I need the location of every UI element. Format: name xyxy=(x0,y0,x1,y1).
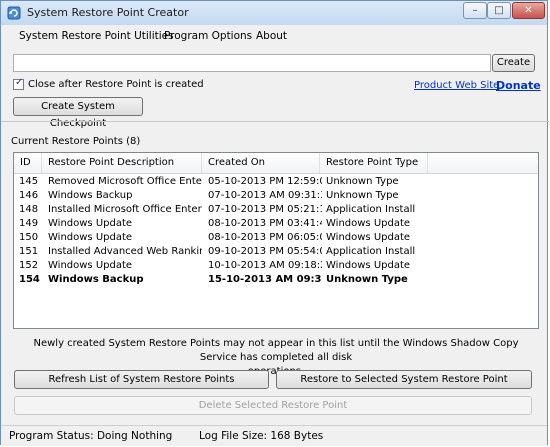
cell-description: Windows Backup xyxy=(48,274,144,285)
menu-about[interactable]: About xyxy=(256,30,287,42)
program-status: Program Status: Doing Nothing xyxy=(9,430,173,442)
cell-type: Windows Update xyxy=(326,232,411,243)
cell-description: Windows Update xyxy=(48,218,133,229)
table-row[interactable]: 146 Windows Backup 07-10-2013 AM 09:31:3… xyxy=(14,189,538,203)
cell-id: 154 xyxy=(19,274,40,285)
cell-created-on: 10-10-2013 AM 09:18:22 xyxy=(208,260,322,271)
cell-created-on: 15-10-2013 AM 09:3... xyxy=(208,274,322,285)
cell-type: Unknown Type xyxy=(326,190,399,201)
status-bar: Program Status: Doing Nothing Log File S… xyxy=(1,425,547,446)
menu-bar: System Restore Point Utilities Program O… xyxy=(1,25,547,47)
section-divider xyxy=(1,121,549,122)
table-row[interactable]: 150 Windows Update 08-10-2013 PM 06:05:0… xyxy=(14,231,538,245)
table-row[interactable]: 148 Installed Microsoft Office Enterpris… xyxy=(14,203,538,217)
minimize-icon: – xyxy=(472,5,478,16)
maximize-button[interactable]: □ xyxy=(487,2,511,19)
cell-type: Application Install xyxy=(326,246,416,257)
close-button[interactable]: ✕ xyxy=(512,2,545,19)
app-window: System Restore Point Creator – □ ✕ Syste… xyxy=(0,0,549,446)
checkmark-icon: ✓ xyxy=(15,77,24,88)
title-bar: System Restore Point Creator – □ ✕ xyxy=(1,1,547,26)
list-header: ID Restore Point Description Created On … xyxy=(14,153,538,174)
table-row[interactable]: 145 Removed Microsoft Office Enterpris..… xyxy=(14,175,538,189)
cell-created-on: 08-10-2013 PM 06:05:09 xyxy=(208,232,322,243)
cell-id: 151 xyxy=(19,246,39,257)
column-header-created-on[interactable]: Created On xyxy=(202,153,320,173)
cell-id: 150 xyxy=(19,232,39,243)
cell-description: Windows Backup xyxy=(48,190,133,201)
cell-description: Removed Microsoft Office Enterpris... xyxy=(48,176,202,187)
cell-description: Windows Update xyxy=(48,260,133,271)
restore-selected-button[interactable]: Restore to Selected System Restore Point xyxy=(276,370,532,389)
table-row[interactable]: 151 Installed Advanced Web Ranking 09-10… xyxy=(14,245,538,259)
column-header-type[interactable]: Restore Point Type xyxy=(320,153,428,173)
cell-id: 148 xyxy=(19,204,39,215)
close-icon: ✕ xyxy=(524,5,533,16)
cell-description: Installed Microsoft Office Enterprise ..… xyxy=(48,204,202,215)
refresh-list-button[interactable]: Refresh List of System Restore Points xyxy=(14,370,269,389)
cell-type: Application Install xyxy=(326,204,416,215)
cell-id: 145 xyxy=(19,176,39,187)
info-message-line: Newly created System Restore Points may … xyxy=(33,338,519,363)
column-header-id[interactable]: ID xyxy=(14,153,42,173)
cell-created-on: 07-10-2013 PM 05:21:16 xyxy=(208,204,322,215)
column-header-description[interactable]: Restore Point Description xyxy=(42,153,202,173)
menu-restore-point-utilities[interactable]: System Restore Point Utilities xyxy=(19,30,174,42)
close-after-label: Close after Restore Point is created xyxy=(28,79,204,90)
log-file-size: Log File Size: 168 Bytes xyxy=(199,430,324,442)
app-icon xyxy=(7,6,21,20)
table-row[interactable]: 152 Windows Update 10-10-2013 AM 09:18:2… xyxy=(14,259,538,273)
maximize-icon: □ xyxy=(494,5,504,16)
product-web-site-link[interactable]: Product Web Site xyxy=(414,80,499,91)
cell-description: Installed Advanced Web Ranking xyxy=(48,246,202,257)
restore-points-list[interactable]: ID Restore Point Description Created On … xyxy=(13,152,539,329)
close-after-checkbox[interactable]: ✓ xyxy=(13,77,24,90)
donate-link[interactable]: Donate xyxy=(496,79,541,92)
table-row[interactable]: 154 Windows Backup 15-10-2013 AM 09:3...… xyxy=(14,273,538,287)
cell-id: 146 xyxy=(19,190,39,201)
cell-type: Windows Update xyxy=(326,260,411,271)
cell-created-on: 05-10-2013 PM 12:59:08 xyxy=(208,176,322,187)
cell-created-on: 07-10-2013 AM 09:31:37 xyxy=(208,190,322,201)
menu-program-options[interactable]: Program Options xyxy=(164,30,252,42)
create-button[interactable]: Create xyxy=(492,54,535,72)
cell-type: Windows Update xyxy=(326,218,411,229)
cell-type: Unknown Type xyxy=(326,176,399,187)
cell-created-on: 09-10-2013 PM 05:54:07 xyxy=(208,246,322,257)
window-title: System Restore Point Creator xyxy=(27,6,189,19)
table-row[interactable]: 149 Windows Update 08-10-2013 PM 03:41:4… xyxy=(14,217,538,231)
list-title: Current Restore Points (8) xyxy=(11,136,141,147)
cell-id: 152 xyxy=(19,260,39,271)
create-system-checkpoint-button[interactable]: Create System Checkpoint xyxy=(13,97,143,129)
restore-point-name-input[interactable] xyxy=(13,54,491,72)
minimize-button[interactable]: – xyxy=(463,2,487,19)
delete-selected-button[interactable]: Delete Selected Restore Point xyxy=(14,396,532,415)
cell-created-on: 08-10-2013 PM 03:41:47 xyxy=(208,218,322,229)
cell-type: Unknown Type xyxy=(326,274,408,285)
cell-id: 149 xyxy=(19,218,39,229)
cell-description: Windows Update xyxy=(48,232,133,243)
